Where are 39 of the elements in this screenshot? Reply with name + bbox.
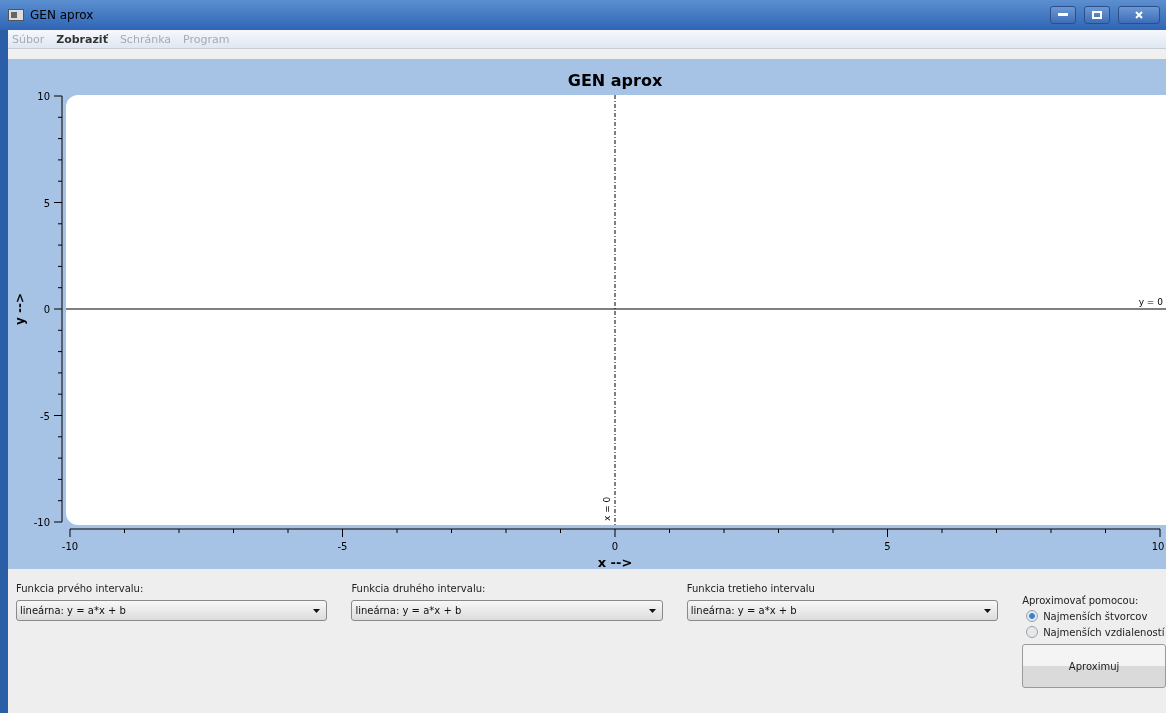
tick-label: -5 bbox=[40, 410, 50, 422]
minimize-icon bbox=[1058, 13, 1068, 17]
field-label: Funkcia prvého intervalu: bbox=[16, 583, 145, 594]
tick-label: 0 bbox=[611, 541, 619, 552]
function-dropdown[interactable]: lineárna: y = a*x + b bbox=[686, 600, 999, 621]
app-icon bbox=[8, 9, 24, 21]
maximize-icon bbox=[1092, 11, 1102, 19]
function-dropdown[interactable]: lineárna: y = a*x + b bbox=[16, 600, 328, 621]
caret-icon bbox=[648, 608, 656, 613]
axis-label: x --> bbox=[597, 555, 633, 569]
axis-label: y --> bbox=[13, 293, 27, 325]
minimize-button[interactable] bbox=[1050, 6, 1076, 24]
group-label: Aproximovať pomocou: bbox=[1022, 595, 1140, 606]
caret-icon bbox=[984, 608, 992, 613]
caret-icon bbox=[313, 608, 321, 613]
radio-option[interactable]: Najmenších štvorcov bbox=[1022, 610, 1166, 622]
approximate-button[interactable]: Aproximuj bbox=[1022, 644, 1166, 688]
field-label: Funkcia tretieho intervalu bbox=[686, 583, 816, 594]
close-icon bbox=[1135, 11, 1143, 19]
tick-label: 5 bbox=[43, 197, 50, 209]
menu-item[interactable]: Zobraziť bbox=[56, 32, 108, 46]
function-dropdown[interactable]: lineárna: y = a*x + b bbox=[351, 600, 663, 621]
tick-label: 0 bbox=[43, 304, 50, 315]
tick-label: -10 bbox=[61, 541, 79, 552]
tick-label: 10 bbox=[37, 91, 50, 102]
tick-label: 10 bbox=[1151, 541, 1165, 552]
window-title: GEN aprox bbox=[30, 8, 95, 22]
maximize-button[interactable] bbox=[1084, 6, 1110, 24]
field-label: Funkcia druhého intervalu: bbox=[351, 583, 487, 594]
line-label: x = 0 bbox=[602, 496, 612, 521]
radio-icon[interactable] bbox=[1026, 610, 1039, 622]
radio-option[interactable]: Najmenších vzdialeností bbox=[1022, 626, 1166, 638]
tick-label: -5 bbox=[337, 541, 348, 552]
close-button[interactable] bbox=[1118, 6, 1160, 24]
chart-title: GEN aprox bbox=[567, 71, 663, 90]
tick-label: 5 bbox=[884, 541, 891, 552]
line-label: y = 0 bbox=[1138, 297, 1163, 307]
tick-label: -10 bbox=[33, 517, 50, 528]
radio-icon[interactable] bbox=[1026, 626, 1039, 638]
